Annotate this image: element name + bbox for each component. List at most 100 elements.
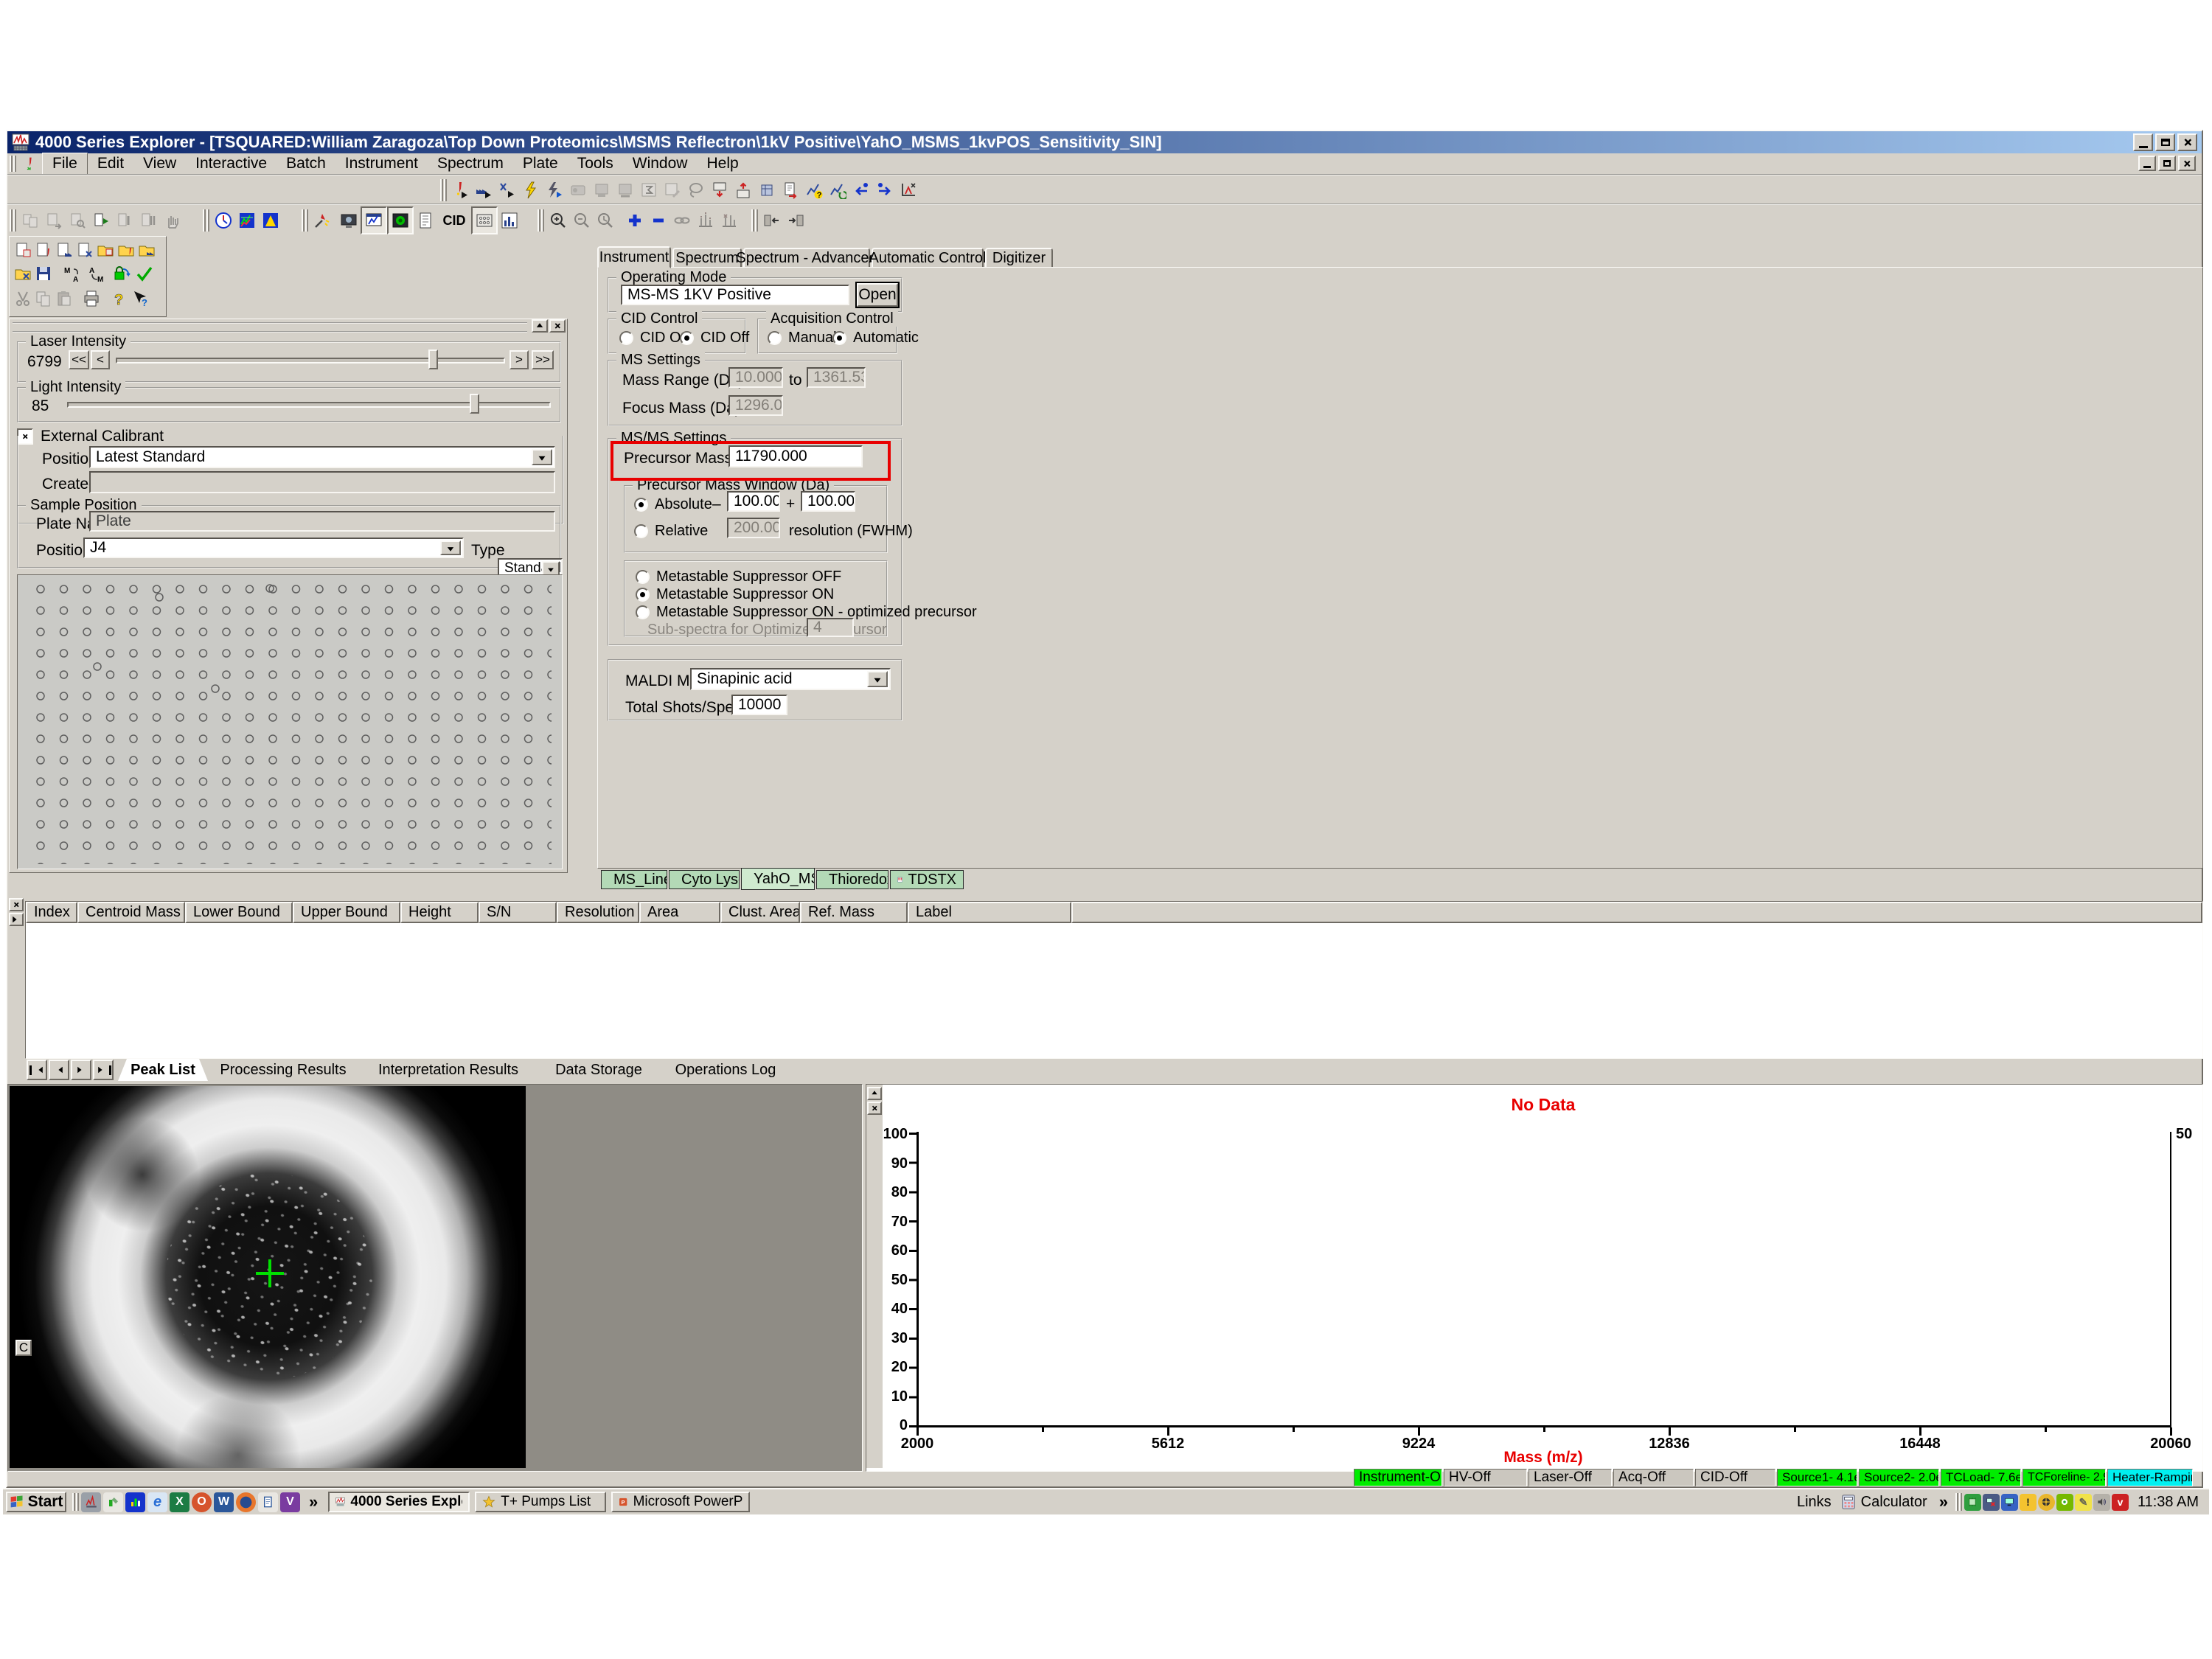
menu-view[interactable]: View bbox=[133, 153, 186, 174]
taskbar-window-powerpoint[interactable]: P Microsoft PowerPoint - [... bbox=[611, 1492, 750, 1512]
minimize-icon[interactable] bbox=[2133, 133, 2153, 151]
print-printer-icon[interactable] bbox=[80, 287, 102, 310]
instrument-c-icon[interactable] bbox=[613, 178, 637, 203]
acq-manual-radio[interactable] bbox=[768, 331, 782, 345]
peak-panel-expand-icon[interactable] bbox=[9, 913, 24, 926]
tab-automatic-control[interactable]: Automatic Control bbox=[872, 248, 984, 268]
child-restore-icon[interactable] bbox=[2158, 156, 2176, 171]
camera-c-badge[interactable]: C bbox=[15, 1340, 32, 1356]
new-plate-doc-icon[interactable] bbox=[13, 238, 33, 262]
toolbar-view-grip2[interactable] bbox=[203, 209, 209, 232]
plate-view-icon[interactable] bbox=[471, 206, 498, 234]
cut-scissors-icon[interactable] bbox=[13, 287, 33, 310]
instrument-a-icon[interactable] bbox=[566, 178, 590, 203]
tray-network-error-icon[interactable] bbox=[1983, 1494, 2000, 1511]
col-resolution[interactable]: Resolution bbox=[557, 902, 639, 923]
chart-collapse-icon[interactable] bbox=[867, 1087, 882, 1100]
trace-question-icon[interactable]: ? bbox=[802, 178, 826, 203]
window-lower-field[interactable]: 100.000 bbox=[727, 491, 780, 512]
col-lower-bound[interactable]: Lower Bound bbox=[185, 902, 293, 923]
tray-shield-yellow-icon[interactable]: ! bbox=[2020, 1494, 2037, 1511]
doc-search-icon[interactable] bbox=[66, 208, 89, 233]
maldi-matrix-dropdown-icon[interactable] bbox=[867, 671, 888, 687]
tab-processing-results[interactable]: Processing Results bbox=[211, 1059, 355, 1081]
new-sequence-doc-icon[interactable] bbox=[74, 238, 95, 262]
cursor-plus-icon[interactable] bbox=[623, 208, 647, 233]
spectra-tab-cyto-lyso[interactable]: Cyto Lyso M... bbox=[669, 870, 740, 889]
doc-arrow-icon[interactable] bbox=[42, 208, 66, 233]
chart-close-icon[interactable] bbox=[867, 1102, 882, 1115]
tray-chip-green-icon[interactable] bbox=[1964, 1494, 1981, 1511]
label-ref-icon[interactable] bbox=[717, 208, 741, 233]
panel-collapse-icon[interactable] bbox=[532, 319, 548, 333]
spectra-tab-tdstx[interactable]: TDSTX bbox=[890, 870, 964, 889]
suppressor-off-radio[interactable] bbox=[636, 570, 650, 584]
col-height[interactable]: Height bbox=[400, 902, 479, 923]
taskbar-window-pumps-list[interactable]: T+ Pumps List bbox=[475, 1492, 606, 1512]
sample-type-dropdown-icon[interactable] bbox=[542, 561, 560, 576]
new-batch-doc-icon[interactable] bbox=[54, 238, 74, 262]
tray-antivirus-red-icon[interactable]: v bbox=[2112, 1494, 2129, 1511]
menu-grip[interactable] bbox=[10, 156, 16, 172]
menu-tools[interactable]: Tools bbox=[568, 153, 623, 174]
quicklaunch-green-pump-icon[interactable] bbox=[103, 1492, 123, 1512]
laser-down-button[interactable]: < bbox=[91, 350, 110, 369]
cid-toggle-button[interactable]: CID bbox=[437, 208, 471, 233]
cid-on-radio[interactable] bbox=[619, 331, 633, 345]
close-icon[interactable] bbox=[2177, 133, 2197, 151]
quicklaunch-blue-document-icon[interactable] bbox=[258, 1492, 278, 1512]
operating-mode-field[interactable]: MS-MS 1KV Positive bbox=[621, 285, 849, 305]
quicklaunch-blue-chart-icon[interactable] bbox=[125, 1492, 145, 1512]
save-floppy-icon[interactable] bbox=[33, 262, 54, 285]
help-question-icon[interactable]: ? bbox=[108, 287, 129, 310]
taskbar-clock[interactable]: 11:38 AM bbox=[2138, 1493, 2199, 1511]
tab-digitizer[interactable]: Digitizer bbox=[985, 248, 1053, 268]
quicklaunch-powerpoint-circle-icon[interactable]: O bbox=[192, 1492, 212, 1512]
child-close-icon[interactable] bbox=[2178, 156, 2196, 171]
col-label[interactable]: Label bbox=[908, 902, 1071, 923]
panel-drag-ridges[interactable] bbox=[13, 322, 527, 333]
peak-view-icon[interactable] bbox=[259, 208, 282, 233]
tab-data-storage[interactable]: Data Storage bbox=[541, 1059, 656, 1081]
menu-plate[interactable]: Plate bbox=[513, 153, 568, 174]
spectrum-view-icon[interactable] bbox=[361, 206, 387, 234]
copy-pages-icon[interactable] bbox=[33, 287, 54, 310]
col-upper-bound[interactable]: Upper Bound bbox=[293, 902, 400, 923]
calculator-toolbar-label[interactable]: Calculator bbox=[1861, 1493, 1927, 1511]
multi-trace-icon[interactable] bbox=[235, 208, 259, 233]
open-plate-folder-icon[interactable] bbox=[95, 238, 116, 262]
tray-notes-icon[interactable]: ✎ bbox=[2075, 1494, 2092, 1511]
sample-position-select[interactable]: J4 bbox=[83, 538, 464, 558]
tab-spectrum[interactable]: Spectrum bbox=[672, 248, 742, 268]
zoom-out-icon[interactable] bbox=[570, 208, 594, 233]
start-button[interactable]: Start bbox=[6, 1492, 66, 1512]
laser-slider-track[interactable] bbox=[116, 358, 505, 364]
gauge-clock-icon[interactable] bbox=[212, 208, 235, 233]
quicklaunch-word-icon[interactable]: W bbox=[214, 1492, 234, 1512]
tab-scroll-last-icon[interactable] bbox=[93, 1060, 114, 1080]
open-laser-folder-icon[interactable] bbox=[116, 238, 136, 262]
col-centroid-mass[interactable]: Centroid Mass bbox=[77, 902, 185, 923]
menu-batch[interactable]: Batch bbox=[276, 153, 335, 174]
hand-icon[interactable] bbox=[160, 208, 184, 233]
convert-ma-icon[interactable]: MA bbox=[60, 262, 85, 285]
video-view-icon[interactable] bbox=[337, 208, 361, 233]
toolbar-view-grip4[interactable] bbox=[538, 209, 544, 232]
pointer-laser-icon[interactable] bbox=[310, 208, 334, 233]
tab-instrument[interactable]: Instrument bbox=[597, 246, 671, 268]
toolbar-view-grip1[interactable] bbox=[10, 209, 16, 232]
child-minimize-icon[interactable] bbox=[2138, 156, 2156, 171]
new-laser-doc-icon[interactable] bbox=[33, 238, 54, 262]
menu-file[interactable]: File bbox=[42, 153, 88, 175]
tab-scroll-prev-icon[interactable] bbox=[49, 1060, 69, 1080]
tab-spectrum-advanced[interactable]: Spectrum - Advanced bbox=[743, 248, 870, 268]
menu-help[interactable]: Help bbox=[697, 153, 748, 174]
cursor-minus-icon[interactable] bbox=[647, 208, 670, 233]
chart-plot-area[interactable] bbox=[919, 1132, 2170, 1427]
validate-check-icon[interactable] bbox=[133, 262, 156, 285]
tray-display-icon[interactable] bbox=[2001, 1494, 2018, 1511]
quicklaunch-grip[interactable] bbox=[72, 1493, 79, 1511]
tab-scroll-next-icon[interactable] bbox=[71, 1060, 91, 1080]
processor-icon[interactable] bbox=[755, 178, 779, 203]
quicklaunch-firefox-icon[interactable] bbox=[236, 1492, 256, 1512]
